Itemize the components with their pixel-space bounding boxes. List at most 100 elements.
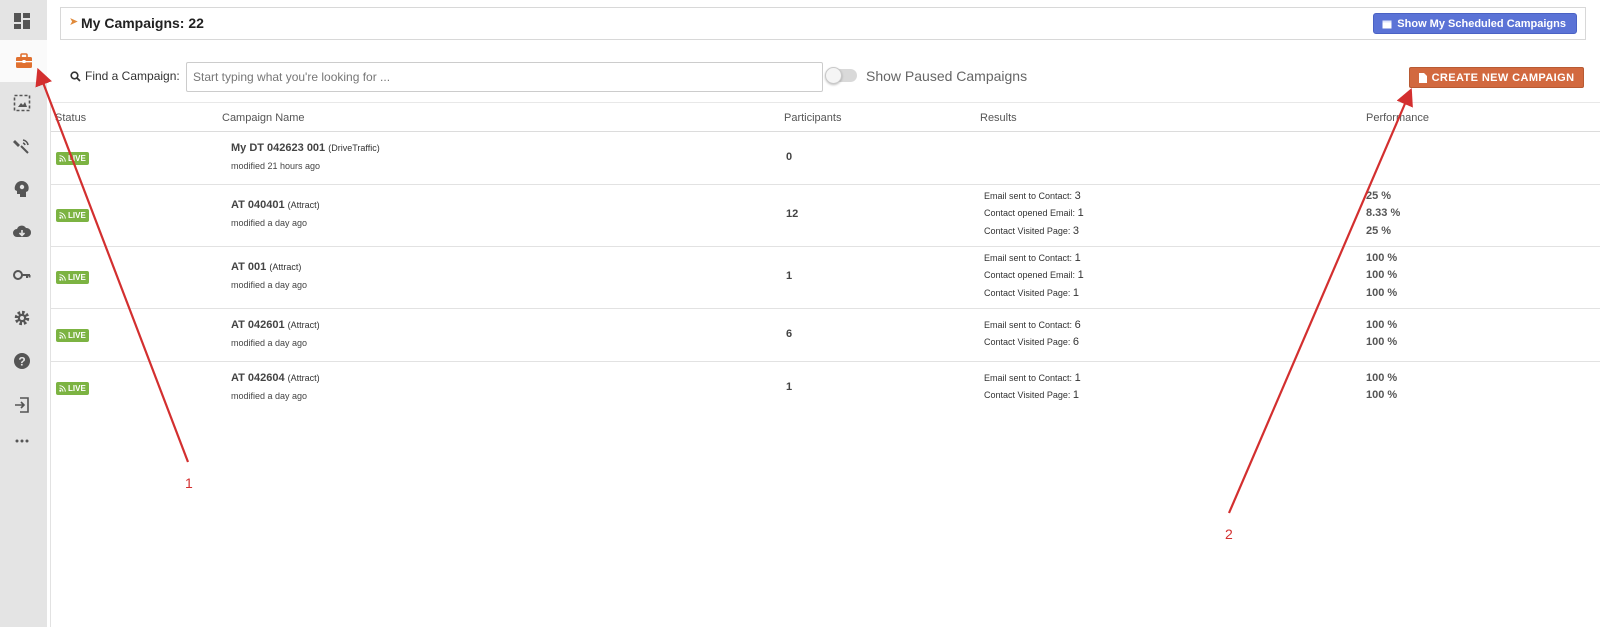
status-badge-text: LIVE — [68, 331, 86, 340]
result-value: 1 — [1072, 389, 1080, 401]
more-icon — [15, 439, 29, 443]
rss-icon — [59, 212, 66, 219]
status-badge: LIVE — [56, 271, 89, 284]
result-value: 6 — [1074, 319, 1081, 331]
campaign-type: (Attract) — [287, 373, 320, 383]
status-badge-text: LIVE — [68, 384, 86, 393]
sidebar-item-dashboard[interactable] — [0, 0, 44, 42]
toggle-knob — [825, 67, 842, 84]
campaign-modified: modified a day ago — [231, 218, 308, 228]
sidebar-item-keys[interactable] — [0, 254, 44, 296]
result-value: 6 — [1072, 336, 1080, 348]
campaign-name[interactable]: AT 042604 (Attract) — [231, 372, 320, 384]
campaign-modified: modified a day ago — [231, 391, 308, 401]
campaign-title: AT 040401 — [231, 199, 285, 211]
result-line: Contact Visited Page: 6 — [984, 336, 1079, 348]
satellite-icon — [13, 139, 29, 154]
table-row[interactable]: LIVE AT 040401 (Attract) modified a day … — [51, 185, 1600, 247]
document-icon — [1418, 72, 1427, 83]
status-badge: LIVE — [56, 152, 89, 165]
result-label: Contact Visited Page: — [984, 288, 1071, 298]
sidebar-item-more[interactable] — [0, 420, 44, 462]
result-value: 1 — [1074, 372, 1081, 384]
campaign-type: (DriveTraffic) — [328, 143, 380, 153]
create-new-campaign-button[interactable]: CREATE NEW CAMPAIGN — [1409, 67, 1584, 88]
column-header-participants[interactable]: Participants — [784, 112, 841, 124]
result-line: Contact Visited Page: 3 — [984, 225, 1079, 237]
rss-icon — [59, 385, 66, 392]
find-campaign-label: Find a Campaign: — [70, 69, 180, 83]
table-row[interactable]: LIVE AT 001 (Attract) modified a day ago… — [51, 247, 1600, 309]
column-header-campaign-name[interactable]: Campaign Name — [222, 112, 305, 124]
performance-value: 100 % — [1366, 336, 1398, 348]
sidebar-item-ideas[interactable] — [0, 168, 44, 210]
create-new-campaign-label: CREATE NEW CAMPAIGN — [1431, 71, 1575, 84]
campaigns-table: Status Campaign Name Participants Result… — [50, 102, 1600, 627]
table-row[interactable]: LIVE AT 042604 (Attract) modified a day … — [51, 362, 1600, 415]
result-value: 3 — [1072, 225, 1080, 237]
status-badge-text: LIVE — [68, 154, 86, 163]
search-input[interactable] — [186, 62, 823, 92]
column-header-results[interactable]: Results — [980, 112, 1017, 124]
result-line: Contact opened Email: 1 — [984, 269, 1084, 281]
sidebar-item-media[interactable] — [0, 82, 44, 124]
sidebar-item-settings[interactable] — [0, 297, 44, 339]
sidebar-item-help[interactable]: ? — [0, 340, 44, 382]
sidebar-item-campaigns[interactable] — [0, 40, 47, 82]
result-label: Email sent to Contact: — [984, 191, 1073, 201]
result-label: Email sent to Contact: — [984, 320, 1073, 330]
rss-icon — [59, 274, 66, 281]
performance-value: 25 % — [1366, 225, 1392, 237]
paper-plane-icon: ➤ — [69, 16, 79, 28]
show-scheduled-campaigns-label: Show My Scheduled Campaigns — [1397, 17, 1566, 30]
result-value: 1 — [1072, 287, 1080, 299]
gear-icon — [14, 310, 30, 326]
performance-value: 100 % — [1366, 252, 1398, 264]
performance-value: 100 % — [1366, 287, 1398, 299]
rss-icon — [59, 332, 66, 339]
performance-value: 25 % — [1366, 190, 1392, 202]
column-header-status[interactable]: Status — [55, 112, 86, 124]
result-label: Email sent to Contact: — [984, 253, 1073, 263]
key-icon — [13, 270, 31, 280]
result-line: Contact Visited Page: 1 — [984, 287, 1079, 299]
performance-value: 100 % — [1366, 389, 1398, 401]
campaigns-header: ➤ My Campaigns: 22 Show My Scheduled Cam… — [60, 7, 1586, 40]
participants-count: 1 — [786, 381, 793, 393]
campaign-name[interactable]: AT 040401 (Attract) — [231, 199, 320, 211]
result-line: Email sent to Contact: 1 — [984, 252, 1081, 264]
result-label: Contact opened Email: — [984, 208, 1076, 218]
briefcase-icon — [15, 53, 32, 68]
sidebar-item-downloads[interactable] — [0, 211, 44, 253]
find-campaign-text: Find a Campaign: — [85, 69, 180, 83]
svg-text:?: ? — [18, 355, 25, 369]
result-label: Contact Visited Page: — [984, 226, 1071, 236]
campaign-name[interactable]: AT 001 (Attract) — [231, 261, 301, 273]
cloud-download-icon — [13, 225, 32, 237]
table-row[interactable]: LIVE AT 042601 (Attract) modified a day … — [51, 309, 1600, 362]
app-root: ? ➤ My Campaigns: 22 Show My Scheduled C… — [0, 0, 1600, 627]
campaign-name[interactable]: AT 042601 (Attract) — [231, 319, 320, 331]
logout-icon — [15, 397, 29, 413]
result-line: Email sent to Contact: 6 — [984, 319, 1081, 331]
performance-value: 100 % — [1366, 372, 1398, 384]
paused-campaigns-toggle[interactable] — [825, 67, 857, 84]
campaign-title: AT 001 — [231, 261, 267, 273]
participants-count: 1 — [786, 270, 793, 282]
campaign-modified: modified 21 hours ago — [231, 161, 321, 171]
rss-icon — [59, 155, 66, 162]
campaign-title: AT 042604 — [231, 372, 285, 384]
campaign-name[interactable]: My DT 042623 001 (DriveTraffic) — [231, 142, 380, 154]
result-label: Contact Visited Page: — [984, 390, 1071, 400]
show-scheduled-campaigns-button[interactable]: Show My Scheduled Campaigns — [1373, 13, 1577, 34]
column-header-performance[interactable]: Performance — [1366, 112, 1429, 124]
result-value: 3 — [1074, 190, 1081, 202]
help-icon: ? — [14, 353, 30, 369]
campaign-modified: modified a day ago — [231, 280, 308, 290]
table-row[interactable]: LIVE My DT 042623 001 (DriveTraffic) mod… — [51, 132, 1600, 185]
participants-count: 0 — [786, 151, 793, 163]
sidebar-item-connect[interactable] — [0, 125, 44, 167]
sidebar: ? — [0, 0, 47, 627]
campaign-title: AT 042601 — [231, 319, 285, 331]
result-line: Contact Visited Page: 1 — [984, 389, 1079, 401]
